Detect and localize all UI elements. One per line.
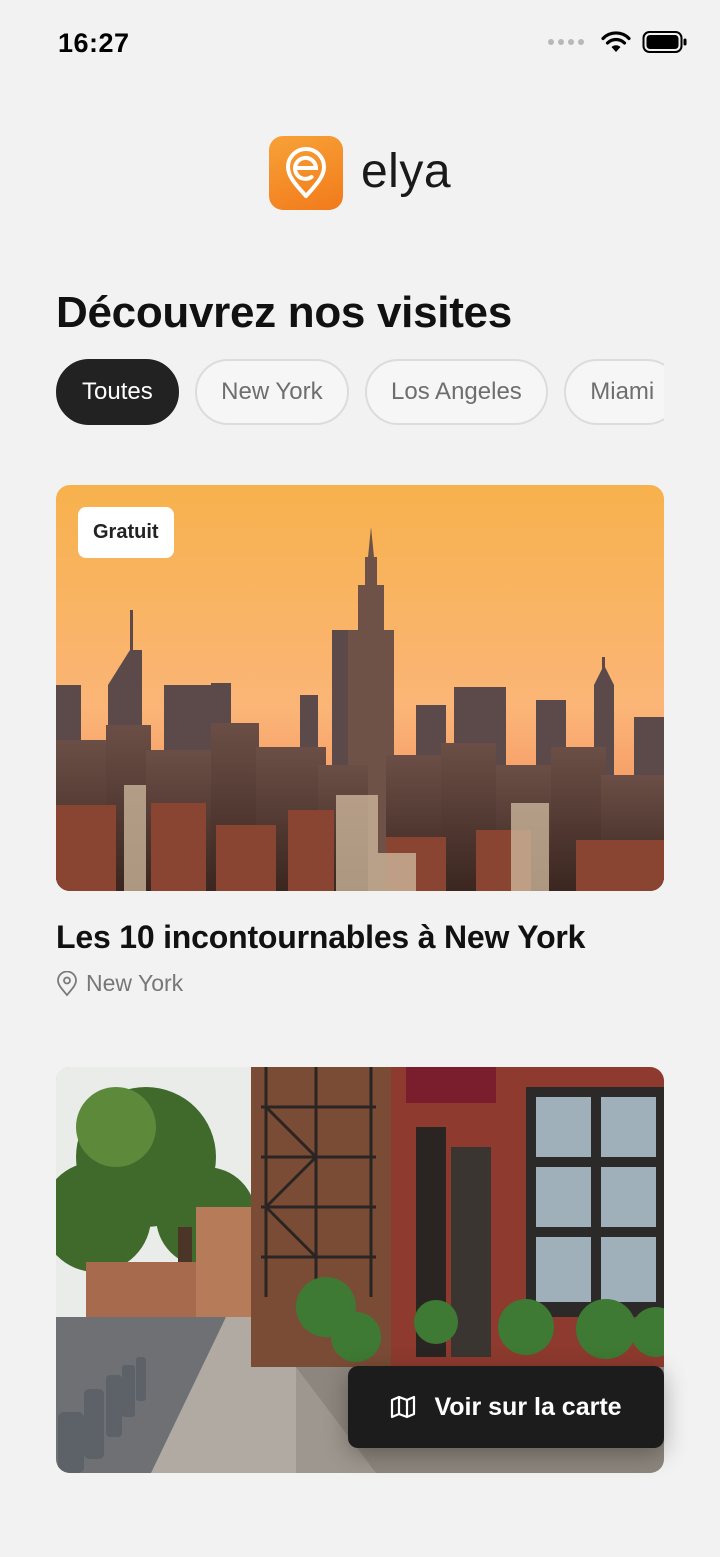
tour-location-label: New York: [86, 970, 184, 996]
filter-chip-all[interactable]: Toutes: [56, 359, 179, 425]
app-screen: 16:27 elya Découvrez nos visites Toutes …: [0, 0, 720, 1557]
city-filter-bar[interactable]: Toutes New York Los Angeles Miami: [56, 359, 664, 427]
cellular-signal-icon: [548, 39, 584, 45]
tour-card[interactable]: Gratuit Les 10 incontournables à New Yor…: [56, 485, 664, 997]
price-badge: Gratuit: [78, 507, 174, 558]
view-on-map-button[interactable]: Voir sur la carte: [348, 1366, 664, 1448]
map-icon: [391, 1395, 416, 1419]
view-on-map-label: Voir sur la carte: [434, 1392, 622, 1421]
brand-name: elya: [360, 144, 452, 198]
battery-icon: [642, 31, 687, 53]
filter-chip-new-york[interactable]: New York: [195, 359, 349, 425]
filter-chip-miami[interactable]: Miami: [564, 359, 664, 425]
wifi-icon: [601, 31, 631, 52]
tour-location: New York: [56, 970, 664, 997]
tour-image-new-york-skyline[interactable]: Gratuit: [56, 485, 664, 891]
brand-header: elya: [0, 136, 720, 210]
location-pin-icon: [57, 970, 77, 996]
location-pin-icon: [285, 147, 326, 198]
status-time: 16:27: [58, 28, 130, 58]
status-icons: [548, 30, 688, 54]
page-title: Découvrez nos visites: [56, 288, 512, 337]
tour-title[interactable]: Les 10 incontournables à New York: [56, 919, 664, 956]
status-bar: 16:27: [0, 0, 720, 90]
brand-logo: [268, 136, 343, 210]
filter-chip-los-angeles[interactable]: Los Angeles: [365, 359, 548, 425]
